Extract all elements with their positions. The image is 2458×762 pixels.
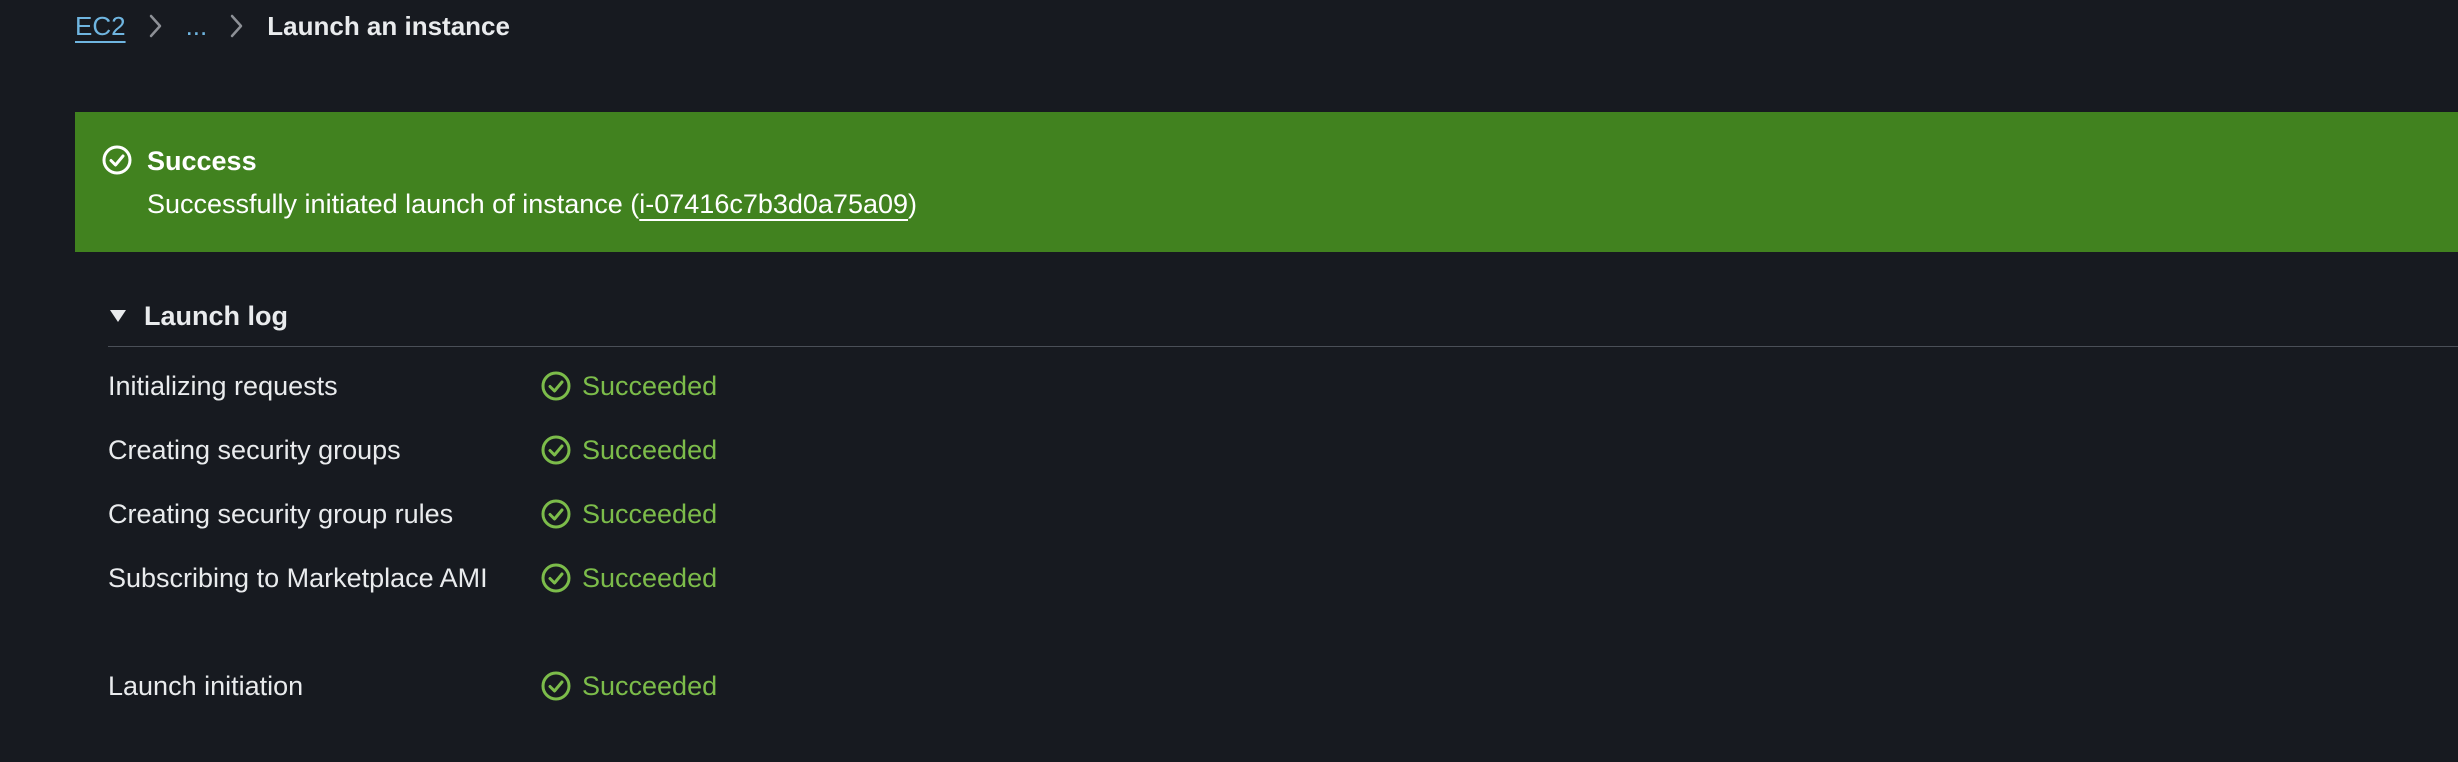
- check-circle-icon: [540, 670, 572, 702]
- breadcrumb-current: Launch an instance: [267, 10, 510, 41]
- check-circle-icon: [101, 144, 133, 176]
- status-text: Succeeded: [582, 562, 718, 593]
- flash-message: Successfully initiated launch of instanc…: [147, 187, 917, 221]
- log-step-status: Succeeded: [540, 428, 717, 472]
- log-step-status: Succeeded: [540, 492, 717, 536]
- status-text: Succeeded: [582, 370, 718, 401]
- divider: [108, 346, 2458, 347]
- status-text: Succeeded: [582, 498, 718, 529]
- log-step-label: Launch initiation: [108, 671, 304, 701]
- log-step-label: Subscribing to Marketplace AMI: [108, 563, 488, 593]
- log-step-label: Initializing requests: [108, 371, 338, 401]
- flash-message-suffix: ): [908, 189, 918, 219]
- breadcrumb-ellipsis-link[interactable]: ...: [186, 11, 208, 42]
- instance-id-link[interactable]: i-07416c7b3d0a75a09: [639, 189, 908, 219]
- chevron-right-icon: [227, 13, 247, 39]
- log-step-status: Succeeded: [540, 556, 717, 600]
- launch-instance-page: EC2 ... Launch an instance Success Succe…: [0, 0, 2458, 762]
- log-step-label: Creating security group rules: [108, 499, 454, 529]
- log-step-status: Succeeded: [540, 664, 717, 708]
- success-flashbar: Success Successfully initiated launch of…: [75, 112, 2458, 252]
- launch-log-toggle[interactable]: Launch log: [108, 298, 288, 334]
- chevron-right-icon: [146, 13, 166, 39]
- check-circle-icon: [540, 434, 572, 466]
- log-step-status: Succeeded: [540, 364, 717, 408]
- flash-message-prefix: Successfully initiated launch of instanc…: [147, 189, 640, 219]
- flash-title: Success: [147, 146, 257, 176]
- check-circle-icon: [540, 370, 572, 402]
- status-text: Succeeded: [582, 434, 718, 465]
- check-circle-icon: [540, 562, 572, 594]
- breadcrumb: EC2 ... Launch an instance: [75, 6, 510, 46]
- caret-down-icon: [108, 306, 128, 326]
- check-circle-icon: [540, 498, 572, 530]
- log-step-label: Creating security groups: [108, 435, 401, 465]
- breadcrumb-ec2-link[interactable]: EC2: [75, 11, 126, 42]
- launch-log-title: Launch log: [144, 300, 288, 331]
- status-text: Succeeded: [582, 670, 718, 701]
